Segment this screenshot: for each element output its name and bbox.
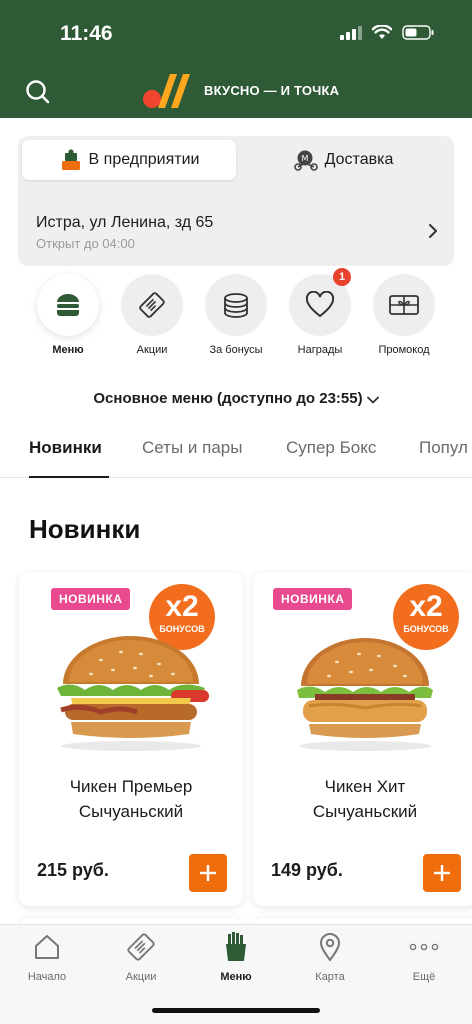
coupon-icon [127, 933, 155, 961]
fries-icon [226, 932, 246, 961]
category-promocode[interactable]: Промокод [362, 274, 446, 356]
burger-image [297, 638, 433, 751]
product-card[interactable]: НОВИНКА x2 БОНУСОВ Чикен Премьер Сычуань… [19, 572, 243, 906]
burger-image [57, 636, 209, 751]
status-icons [340, 25, 434, 40]
tab-dine-in[interactable]: В предприятии [22, 140, 236, 180]
category-promotions-label: Акции [136, 344, 168, 356]
product-name-line2: Сычуаньский [78, 802, 184, 821]
delivery-scooter-icon: M [293, 150, 318, 171]
menu-tabs: Новинки Сеты и пары Супер Бокс Попул [0, 426, 472, 478]
brand-name: ВКУСНО — И ТОЧКА [204, 82, 340, 98]
restaurant-icon [61, 149, 80, 170]
tab-dine-in-label: В предприятии [88, 151, 200, 168]
restaurant-hours: Открыт до 04:00 [36, 236, 135, 251]
new-badge: НОВИНКА [51, 588, 131, 610]
nav-promotions[interactable]: Акции [101, 931, 181, 983]
product-name-line2: Сычуаньский [312, 802, 418, 821]
nav-promotions-label: Акции [125, 971, 157, 983]
nav-more-label: Ещё [412, 971, 436, 983]
nav-home[interactable]: Начало [7, 931, 87, 983]
svg-text:M: M [301, 154, 308, 163]
home-indicator [152, 1008, 320, 1013]
tab-popular[interactable]: Попул [419, 438, 468, 458]
tab-new[interactable]: Новинки [29, 438, 102, 458]
status-time: 11:46 [60, 22, 113, 45]
brand-logo: ВКУСНО — И ТОЧКА [142, 70, 339, 110]
restaurant-address: Истра, ул Ленина, зд 65 [36, 214, 214, 231]
burger-icon [57, 294, 79, 316]
bonus-multiplier: x2 [409, 590, 443, 623]
category-promotions[interactable]: Акции [110, 274, 194, 356]
more-icon [409, 943, 439, 951]
nav-more[interactable]: Ещё [384, 931, 464, 983]
nav-menu[interactable]: Меню [196, 931, 276, 983]
tab-super-box[interactable]: Супер Бокс [286, 438, 376, 458]
search-icon [26, 80, 50, 104]
category-promocode-label: Промокод [378, 344, 430, 356]
order-mode-panel: В предприятии M Доставка Истра, ул Ленин… [18, 136, 454, 266]
category-rewards-label: Награды [297, 344, 343, 356]
product-name-line1: Чикен Хит [324, 777, 406, 796]
category-menu-label: Меню [52, 344, 84, 356]
product-price: 149 руб. [271, 860, 343, 880]
brand-logo-icon [143, 74, 190, 108]
wifi-icon [372, 25, 392, 39]
product-name-line1: Чикен Премьер [69, 777, 193, 796]
active-tab-indicator [29, 476, 109, 478]
category-shortcuts: Меню Акции За бонусы 1 Награды Промокод [0, 268, 472, 364]
section-title: Новинки [29, 514, 141, 544]
bonus-multiplier: x2 [165, 590, 199, 623]
home-icon [35, 935, 59, 959]
tab-sets[interactable]: Сеты и пары [142, 438, 242, 458]
map-pin-icon [319, 933, 341, 962]
category-bonuses[interactable]: За бонусы [194, 274, 278, 356]
nav-map[interactable]: Карта [290, 931, 370, 983]
coins-icon [224, 293, 248, 318]
tab-delivery-label: Доставка [324, 151, 394, 168]
rewards-badge: 1 [333, 268, 351, 286]
battery-icon [402, 25, 434, 40]
chevron-right-icon [429, 224, 437, 238]
restaurant-selector[interactable]: Истра, ул Ленина, зд 65 Открыт до 04:00 [18, 186, 454, 266]
product-price: 215 руб. [37, 860, 109, 880]
search-button[interactable] [24, 78, 52, 106]
tab-delivery[interactable]: M Доставка [236, 140, 450, 180]
add-to-cart-button[interactable] [189, 854, 227, 892]
order-mode-toggle: В предприятии M Доставка [22, 140, 450, 180]
chevron-down-icon [366, 396, 379, 404]
menu-selector-label: Основное меню (доступно до 23:55) [93, 390, 363, 407]
plus-icon [434, 865, 450, 881]
cellular-signal-icon [340, 25, 362, 40]
app-header: 11:46 ВКУСНО — И ТОЧКА [0, 0, 472, 118]
coupon-icon [139, 292, 165, 318]
menu-selector[interactable]: Основное меню (доступно до 23:55) [0, 390, 472, 408]
category-rewards[interactable]: 1 Награды [278, 268, 362, 356]
product-name: Чикен Хит Сычуаньский [263, 774, 467, 824]
nav-home-label: Начало [27, 971, 67, 983]
nav-menu-label: Меню [220, 971, 252, 983]
product-name: Чикен Премьер Сычуаньский [29, 774, 233, 824]
plus-icon [200, 865, 216, 881]
add-to-cart-button[interactable] [423, 854, 461, 892]
main-content: В предприятии M Доставка Истра, ул Ленин… [0, 118, 472, 938]
product-card[interactable]: НОВИНКА x2 БОНУСОВ Чикен Хит Сычуаньский… [253, 572, 472, 906]
nav-map-label: Карта [315, 971, 345, 983]
new-badge: НОВИНКА [273, 588, 353, 610]
heart-icon [305, 291, 335, 318]
gift-card-icon [389, 295, 419, 315]
category-menu[interactable]: Меню [26, 274, 110, 356]
category-bonuses-label: За бонусы [209, 344, 263, 356]
